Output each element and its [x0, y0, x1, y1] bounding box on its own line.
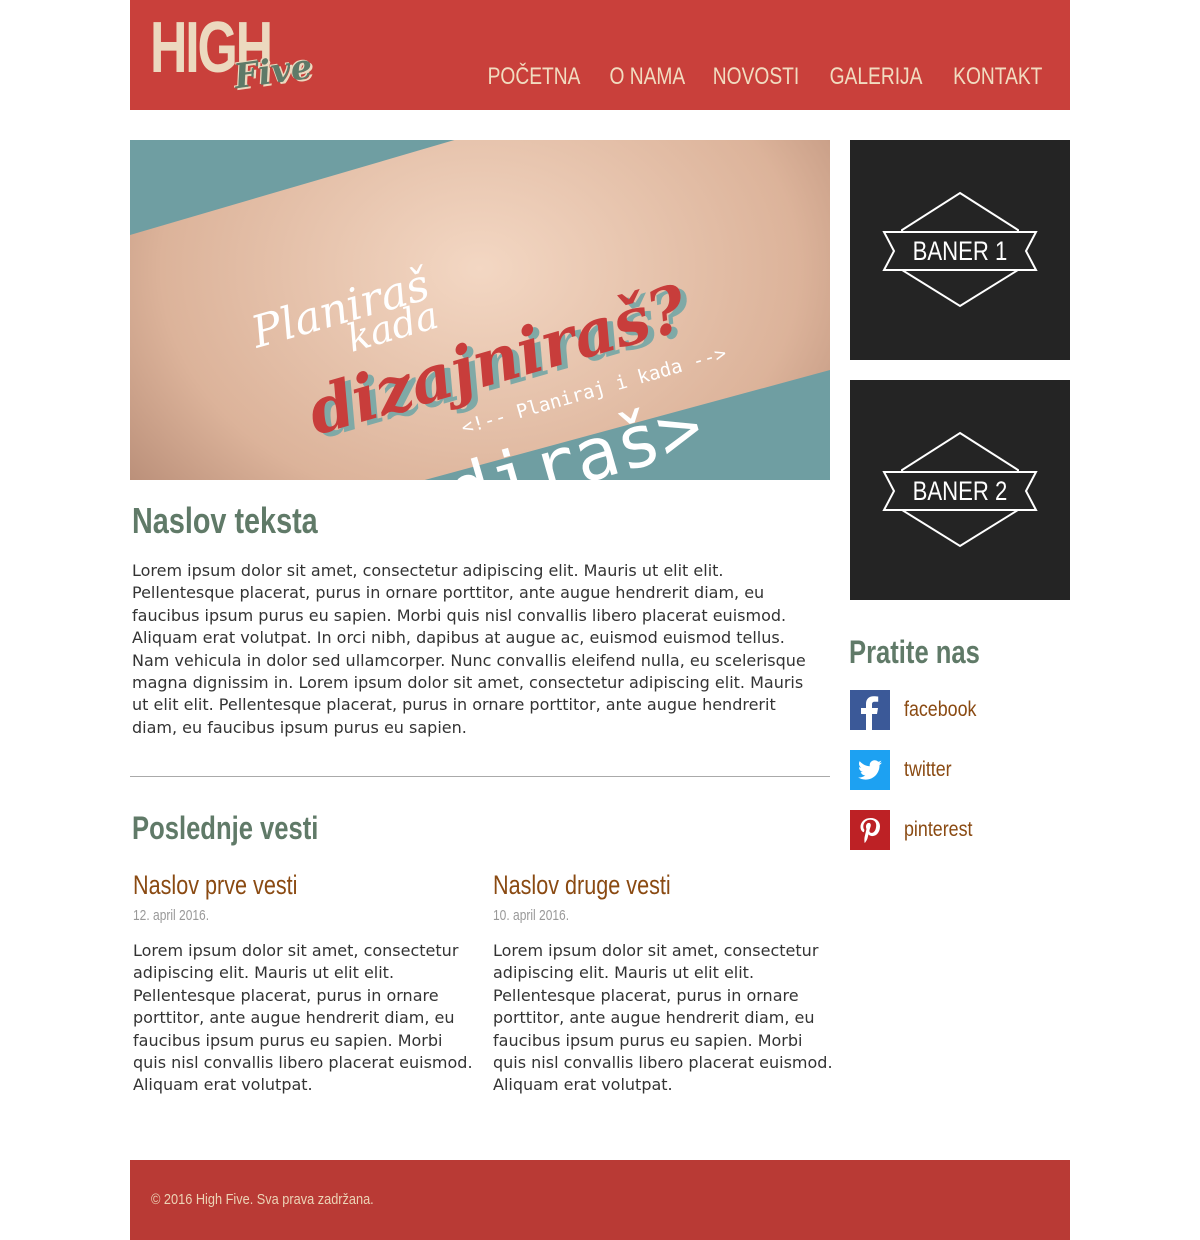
social-label: facebook [904, 698, 977, 721]
nav-item-pocetna[interactable]: POČETNA [487, 62, 580, 92]
follow-us-heading: Pratite nas [849, 634, 980, 670]
site-logo[interactable]: HIGH Five [150, 8, 325, 100]
latest-news-heading: Poslednje vesti [132, 810, 319, 846]
twitter-icon [850, 750, 890, 790]
article-body: Lorem ipsum dolor sit amet, consectetur … [132, 561, 806, 737]
pinterest-icon [850, 810, 890, 850]
news-item: Naslov druge vesti 10. april 2016. Lorem… [493, 868, 833, 1097]
nav-item-novosti[interactable]: NOVOSTI [713, 62, 799, 92]
article-title: Naslov teksta [132, 500, 318, 541]
news-title[interactable]: Naslov prve vesti [133, 868, 297, 902]
news-text: Lorem ipsum dolor sit amet, consectetur … [133, 941, 473, 1095]
news-date: 12. april 2016. [133, 907, 210, 924]
nav-item-galerija[interactable]: GALERIJA [830, 62, 923, 92]
site-footer: © 2016 High Five. Sva prava zadržana. [130, 1160, 1070, 1240]
main-nav: POČETNA O NAMA NOVOSTI GALERIJA KONTAKT [482, 62, 1048, 92]
content-divider [130, 776, 830, 777]
copyright-text: © 2016 High Five. Sva prava zadržana. [151, 1191, 374, 1208]
news-text: Lorem ipsum dolor sit amet, consectetur … [493, 941, 833, 1095]
nav-item-kontakt[interactable]: KONTAKT [954, 62, 1043, 92]
news-item: Naslov prve vesti 12. april 2016. Lorem … [133, 868, 473, 1097]
social-label: pinterest [904, 818, 973, 841]
social-link-facebook[interactable]: facebook [850, 690, 989, 730]
banner-label: BANER 2 [912, 476, 1008, 506]
news-date: 10. april 2016. [493, 907, 570, 924]
hero-artwork: Planiraš kada dizajniraš? dizajniraš? <!… [130, 140, 830, 480]
news-title[interactable]: Naslov druge vesti [493, 868, 671, 902]
social-link-pinterest[interactable]: pinterest [850, 810, 985, 850]
facebook-icon [850, 690, 890, 730]
site-header: HIGH Five POČETNA O NAMA NOVOSTI GALERIJ… [130, 0, 1070, 110]
social-label: twitter [904, 758, 952, 781]
hero-image: Planiraš kada dizajniraš? dizajniraš? <!… [130, 140, 830, 480]
nav-item-o-nama[interactable]: O NAMA [609, 62, 685, 92]
banner-1[interactable]: BANER 1 [850, 140, 1070, 360]
social-link-twitter[interactable]: twitter [850, 750, 960, 790]
banner-label: BANER 1 [912, 236, 1008, 266]
banner-2[interactable]: BANER 2 [850, 380, 1070, 600]
